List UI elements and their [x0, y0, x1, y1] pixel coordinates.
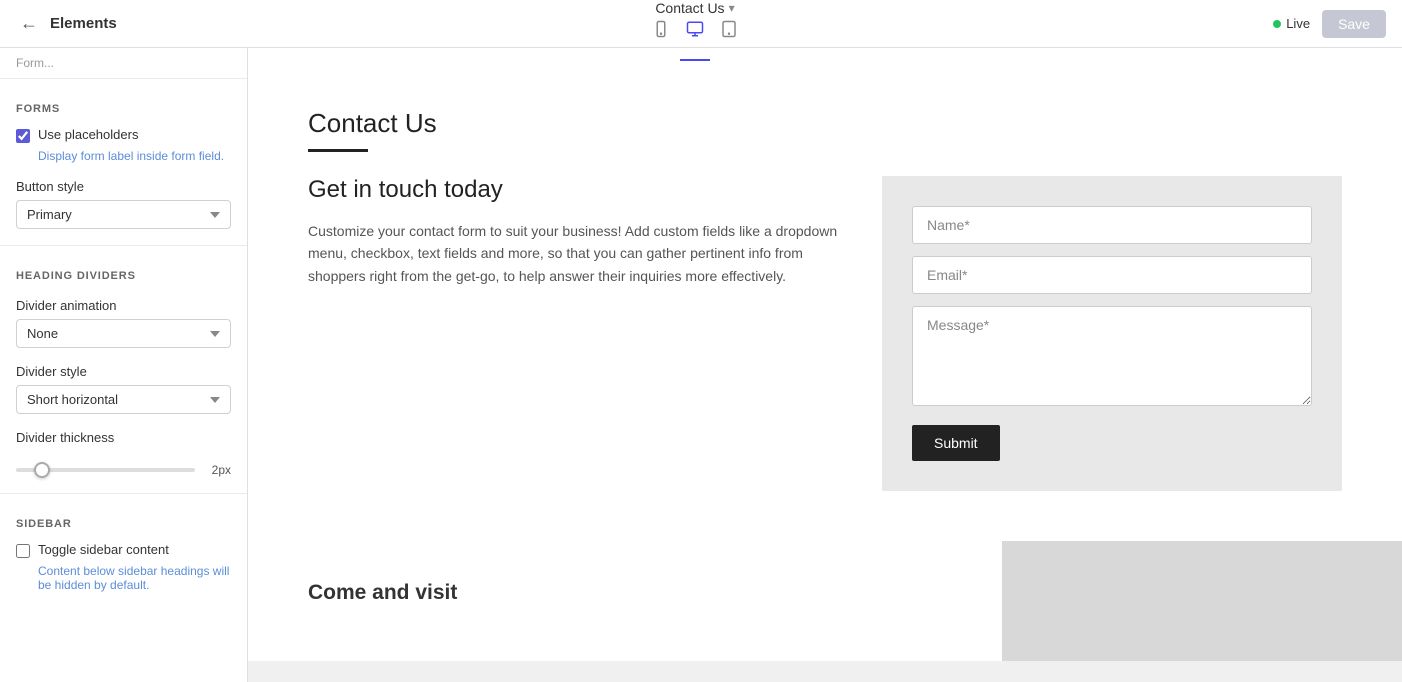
come-visit-left: Come and visit	[248, 541, 1002, 661]
save-button[interactable]: Save	[1322, 10, 1386, 38]
divider-style-group: Divider style Short horizontal Full widt…	[0, 356, 247, 422]
contact-heading: Contact Us	[308, 108, 1342, 139]
heading-divider	[308, 149, 368, 152]
divider-thickness-slider-row: 2px	[0, 459, 247, 485]
sidebar-top-label: Form...	[0, 48, 247, 70]
toggle-sidebar-row: Toggle sidebar content	[0, 538, 247, 562]
button-style-group: Button style Primary Secondary Ghost	[0, 171, 247, 237]
come-visit-heading: Come and visit	[308, 581, 942, 605]
divider-animation-select[interactable]: None Fade in Slide in	[16, 319, 231, 348]
use-placeholders-checkbox[interactable]	[16, 129, 30, 143]
button-style-label: Button style	[16, 179, 231, 194]
topbar-center: Contact Us ▾	[646, 0, 744, 47]
live-indicator: Live	[1273, 16, 1310, 31]
body-text: Customize your contact form to suit your…	[308, 220, 842, 287]
live-dot	[1273, 20, 1281, 28]
forms-section-label: FORMS	[0, 87, 247, 123]
divider-thickness-slider[interactable]	[16, 468, 195, 472]
page-name: Contact Us	[655, 0, 724, 16]
contact-form-area: Submit	[882, 176, 1342, 491]
topbar: ← Elements Contact Us ▾ Live Save	[0, 0, 1402, 48]
contact-two-col: Get in touch today Customize your contac…	[308, 176, 1342, 491]
message-input[interactable]	[912, 306, 1312, 406]
canvas: Contact Us Get in touch today Customize …	[248, 48, 1402, 682]
mobile-icon[interactable]	[646, 16, 676, 47]
topbar-title: Elements	[50, 15, 117, 32]
topbar-right: Live Save	[1273, 10, 1386, 38]
divider-animation-label: Divider animation	[16, 298, 231, 313]
divider-thickness-value: 2px	[203, 463, 231, 477]
toggle-sidebar-desc: Content below sidebar headings will be h…	[0, 564, 247, 600]
contact-left: Get in touch today Customize your contac…	[308, 176, 842, 287]
toggle-sidebar-label[interactable]: Toggle sidebar content	[38, 542, 169, 557]
use-placeholders-desc: Display form label inside form field.	[0, 149, 247, 171]
live-label: Live	[1286, 16, 1310, 31]
use-placeholders-label[interactable]: Use placeholders	[38, 127, 138, 142]
divider-animation-group: Divider animation None Fade in Slide in	[0, 290, 247, 356]
name-input[interactable]	[912, 206, 1312, 244]
sidebar-panel: Form... FORMS Use placeholders Display f…	[0, 48, 248, 682]
come-visit-section: Come and visit	[248, 541, 1402, 661]
back-button[interactable]: ←	[16, 9, 42, 38]
heading-dividers-section-label: HEADING DIVIDERS	[0, 254, 247, 290]
sidebar-section-label: SIDEBAR	[0, 502, 247, 538]
page-selector[interactable]: Contact Us ▾	[655, 0, 734, 16]
device-switcher	[646, 16, 744, 47]
divider-thickness-group: Divider thickness	[0, 422, 247, 459]
button-style-select[interactable]: Primary Secondary Ghost	[16, 200, 231, 229]
page-dropdown-arrow: ▾	[729, 1, 735, 15]
email-input[interactable]	[912, 256, 1312, 294]
submit-button[interactable]: Submit	[912, 425, 1000, 461]
tablet-icon[interactable]	[714, 16, 744, 47]
toggle-sidebar-checkbox[interactable]	[16, 544, 30, 558]
divider-style-label: Divider style	[16, 364, 231, 379]
divider-thickness-label: Divider thickness	[16, 430, 231, 445]
divider-style-select[interactable]: Short horizontal Full width None	[16, 385, 231, 414]
desktop-icon[interactable]	[680, 16, 710, 47]
use-placeholders-row: Use placeholders	[0, 123, 247, 147]
contact-section: Contact Us Get in touch today Customize …	[248, 48, 1402, 541]
main-layout: Form... FORMS Use placeholders Display f…	[0, 48, 1402, 682]
topbar-left: ← Elements	[16, 9, 117, 38]
come-visit-right-sketch	[1002, 541, 1402, 661]
get-in-touch-heading: Get in touch today	[308, 176, 842, 204]
